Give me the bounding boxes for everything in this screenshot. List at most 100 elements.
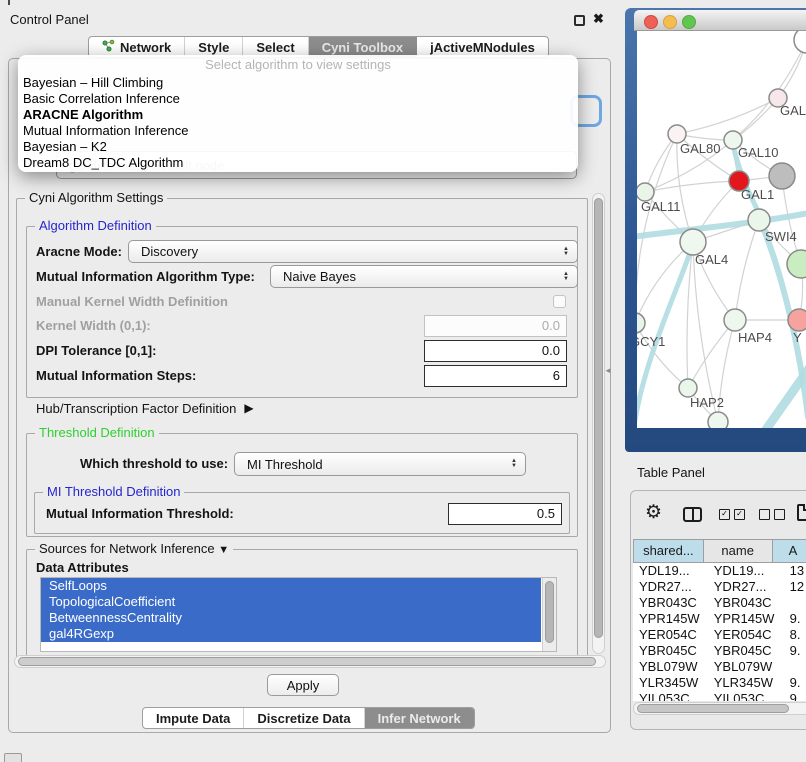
table-row[interactable]: YBL079WYBL079W: [633, 659, 806, 675]
table-row[interactable]: YDL19...YDL19...13: [633, 563, 806, 579]
algorithm-definition-title: Algorithm Definition: [35, 218, 156, 233]
window-close-button[interactable]: [644, 15, 658, 29]
which-threshold-combo[interactable]: MI Threshold ▲▼: [234, 452, 526, 476]
aracne-mode-combo[interactable]: Discovery ▲▼: [128, 240, 578, 263]
attribute-item-selfloops[interactable]: SelfLoops: [41, 578, 541, 594]
grip-left-icon: ◄: [604, 366, 612, 375]
tab-label: jActiveMNodules: [430, 40, 535, 55]
tab-cyni-toolbox[interactable]: Cyni Toolbox: [309, 37, 417, 57]
network-node[interactable]: [708, 412, 728, 428]
network-thick-edge: [765, 367, 806, 428]
table-horizontal-scrollbar[interactable]: [633, 702, 806, 715]
network-canvas[interactable]: GALGAL80GAL10GAL1GAL11SWI4GAL4GCY1HAP4YH…: [637, 31, 806, 428]
algorithm-option-bayesian-hill-climbing[interactable]: Bayesian – Hill Climbing: [18, 75, 578, 91]
which-threshold-label: Which threshold to use:: [80, 452, 228, 476]
gear-icon: ⚙: [645, 502, 662, 523]
mi-threshold-value: 0.5: [537, 506, 555, 521]
tab-network[interactable]: Network: [89, 37, 185, 57]
control-panel: Control Panel ✖ NetworkStyleSelectCyni T…: [0, 8, 620, 734]
cell: YER054C: [633, 627, 708, 643]
unchecked-box-icon: [759, 509, 770, 520]
network-node-swi4[interactable]: [748, 209, 770, 231]
network-edge: [688, 320, 735, 388]
network-node[interactable]: [769, 163, 795, 189]
apply-button[interactable]: Apply: [267, 674, 339, 696]
algorithm-option-aracne-algorithm[interactable]: ARACNE Algorithm: [18, 107, 578, 123]
window-zoom-button[interactable]: [682, 15, 696, 29]
network-edge: [677, 98, 778, 134]
tab-jactivemnodules[interactable]: jActiveMNodules: [417, 37, 548, 57]
node-label: GAL80: [680, 141, 720, 156]
column-header-a[interactable]: A: [773, 539, 806, 563]
settings-vertical-scrollbar[interactable]: [592, 193, 605, 654]
tab-select[interactable]: Select: [243, 37, 308, 57]
cell: YPR145W: [708, 611, 782, 627]
mi-type-combo[interactable]: Naive Bayes ▲▼: [270, 265, 578, 288]
network-window-titlebar[interactable]: [634, 10, 806, 31]
tab-style[interactable]: Style: [185, 37, 243, 57]
data-attributes-list[interactable]: SelfLoopsTopologicalCoefficientBetweenne…: [40, 577, 557, 652]
table-gear-button[interactable]: ⚙: [645, 503, 662, 523]
cell: YIL053C: [708, 691, 782, 701]
network-graph[interactable]: GALGAL80GAL10GAL1GAL11SWI4GAL4GCY1HAP4YH…: [637, 31, 806, 428]
split-pane-grip[interactable]: ◄: [604, 366, 612, 375]
table-row[interactable]: YLR345WYLR345W9.: [633, 675, 806, 691]
hub-definition-expander[interactable]: Hub/Transcription Factor Definition ▶: [36, 398, 254, 418]
attribute-item-gal4rgexp[interactable]: gal4RGexp: [41, 626, 541, 642]
table-row[interactable]: YBR045CYBR045C9.: [633, 643, 806, 659]
cell: [782, 595, 806, 611]
select-all-columns-button[interactable]: ✓ ✓: [719, 509, 745, 520]
manual-kernel-label: Manual Kernel Width Definition: [36, 294, 228, 310]
algorithm-option-bayesian-k2[interactable]: Bayesian – K2: [18, 139, 578, 155]
dpi-tolerance-field[interactable]: 0.0: [424, 340, 567, 362]
network-edge: [735, 220, 759, 320]
mi-steps-field[interactable]: 6: [424, 365, 567, 387]
cell: 9.: [782, 611, 806, 627]
tab-infer-network[interactable]: Infer Network: [365, 708, 474, 728]
column-header-shared-[interactable]: shared...: [633, 539, 704, 563]
combo-arrows-icon: ▲▼: [563, 247, 569, 257]
network-node-hap4[interactable]: [724, 309, 746, 331]
algorithm-option-basic-correlation-inference[interactable]: Basic Correlation Inference: [18, 91, 578, 107]
cell: YER054C: [708, 627, 782, 643]
table-row[interactable]: YER054CYER054C8.: [633, 627, 806, 643]
dpi-tolerance-label: DPI Tolerance [0,1]:: [36, 340, 156, 362]
node-label: GAL: [780, 103, 806, 118]
close-button[interactable]: ✖: [593, 11, 607, 27]
split-columns-button[interactable]: [683, 507, 702, 522]
tab-discretize-data[interactable]: Discretize Data: [244, 708, 364, 728]
list-scrollbar[interactable]: [542, 578, 556, 651]
manual-kernel-checkbox[interactable]: [553, 295, 566, 308]
attribute-item-betweennesscentrality[interactable]: BetweennessCentrality: [41, 610, 541, 626]
cell: YBR045C: [633, 643, 708, 659]
cell: YDL19...: [633, 563, 708, 579]
network-node[interactable]: [794, 31, 806, 53]
deselect-all-columns-button[interactable]: [759, 509, 785, 520]
settings-horizontal-scrollbar[interactable]: [14, 655, 606, 668]
cell: YDL19...: [708, 563, 782, 579]
table-row[interactable]: YDR27...YDR27...12: [633, 579, 806, 595]
kernel-width-field[interactable]: 0.0: [424, 315, 567, 337]
network-node-gcy1[interactable]: [637, 313, 645, 333]
table-row[interactable]: YPR145WYPR145W9.: [633, 611, 806, 627]
import-table-button[interactable]: [797, 504, 806, 521]
cell: 8.: [782, 627, 806, 643]
mi-threshold-field[interactable]: 0.5: [448, 503, 562, 525]
attribute-item-topologicalcoefficient[interactable]: TopologicalCoefficient: [41, 594, 541, 610]
network-edge: [645, 134, 677, 192]
algorithm-option-mutual-information-inference[interactable]: Mutual Information Inference: [18, 123, 578, 139]
algorithm-option-dream8-dc-tdc-algorithm[interactable]: Dream8 DC_TDC Algorithm: [18, 155, 578, 171]
window-minimize-button[interactable]: [663, 15, 677, 29]
network-node-y[interactable]: [788, 309, 806, 331]
table-row[interactable]: YBR043CYBR043C: [633, 595, 806, 611]
collapse-down-icon[interactable]: ▼: [218, 544, 229, 556]
table-row[interactable]: YIL053CYIL053C9: [633, 691, 806, 701]
tab-impute-data[interactable]: Impute Data: [143, 708, 244, 728]
tab-label: Infer Network: [378, 711, 461, 726]
close-icon: ✖: [593, 11, 604, 26]
sources-group-title: Sources for Network Inference ▼: [35, 541, 233, 556]
mi-steps-label: Mutual Information Steps:: [36, 365, 196, 387]
column-header-name[interactable]: name: [704, 539, 773, 563]
minimized-panel-fragment[interactable]: [4, 753, 22, 762]
float-button[interactable]: [574, 15, 585, 26]
